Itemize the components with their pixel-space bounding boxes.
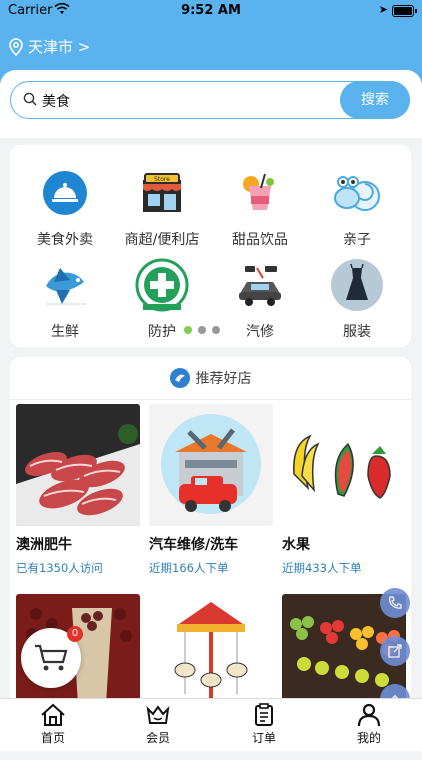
- shop-info: 近期433人下单: [282, 561, 362, 575]
- tab-orders[interactable]: 订单: [234, 703, 294, 746]
- cart-button[interactable]: 0: [21, 626, 83, 688]
- category-store[interactable]: Store 商超/便利店: [112, 165, 212, 249]
- store-icon: Store: [134, 165, 190, 221]
- battery-icon: [392, 5, 417, 17]
- status-time: 9:52 AM: [181, 3, 241, 18]
- cart-count-badge: 0: [67, 626, 83, 642]
- category-car-repair[interactable]: 汽修: [210, 257, 310, 341]
- member-icon: [146, 705, 170, 724]
- category-food[interactable]: 美食外卖: [15, 165, 115, 249]
- tab-home[interactable]: 首页: [23, 703, 83, 746]
- shop-name: 汽车维修/洗车: [149, 537, 239, 553]
- status-bar: Carrier 9:52 AM ➤: [0, 0, 422, 22]
- category-grid: 美食外卖 Store 商超/便利店 甜品饮品 亲子 生鲜 防护 汽修 服装: [10, 145, 411, 347]
- category-label: 亲子: [343, 232, 371, 248]
- tab-bar: 首页 会员 订单 我的: [0, 698, 422, 751]
- shop-badge-icon: [169, 368, 190, 388]
- phone-button[interactable]: [380, 588, 410, 618]
- profile-icon: [357, 703, 381, 727]
- home-icon: [41, 703, 65, 726]
- category-label: 甜品饮品: [232, 232, 288, 248]
- tab-profile[interactable]: 我的: [339, 703, 399, 746]
- shop-card[interactable]: 水果 近期433人下单: [282, 404, 406, 576]
- category-kids[interactable]: 亲子: [307, 165, 407, 249]
- search-bar[interactable]: 美食 搜索: [10, 81, 410, 119]
- drink-icon: [232, 165, 288, 221]
- category-label: 美食外卖: [37, 232, 93, 248]
- tab-label: 我的: [356, 731, 381, 745]
- location-pin-icon: [9, 37, 23, 56]
- protection-icon: [134, 257, 190, 313]
- carousel-dot[interactable]: [184, 326, 192, 334]
- city-selector[interactable]: 天津市 >: [8, 36, 90, 57]
- category-label: 服装: [343, 324, 371, 340]
- car-repair-icon: [232, 257, 288, 313]
- food-delivery-icon: [37, 165, 93, 221]
- shop-info: 近期166人下单: [149, 561, 229, 575]
- shop-card[interactable]: [149, 594, 273, 704]
- tab-member[interactable]: 会员: [128, 703, 188, 746]
- location-arrow-icon: ➤: [378, 3, 388, 16]
- share-button[interactable]: [380, 636, 410, 666]
- search-icon: [23, 92, 37, 106]
- shop-name: 澳洲肥牛: [16, 537, 72, 553]
- svg-text:Store: Store: [154, 176, 170, 183]
- carousel-dot[interactable]: [212, 326, 220, 334]
- category-fresh[interactable]: 生鲜: [15, 257, 115, 341]
- dress-icon: [329, 257, 385, 313]
- carousel-dot[interactable]: [198, 326, 206, 334]
- share-icon: [388, 644, 402, 658]
- tab-label: 首页: [40, 731, 65, 745]
- city-label: 天津市 >: [28, 38, 91, 56]
- shop-card[interactable]: 澳洲肥牛 已有1350人访问: [16, 404, 140, 576]
- phone-icon: [388, 596, 402, 609]
- fish-icon: [37, 257, 93, 313]
- shop-image-car-repair: [149, 404, 273, 526]
- search-input[interactable]: 美食: [42, 91, 70, 111]
- shop-image-fruit: [282, 404, 406, 526]
- section-header: 推荐好店: [10, 357, 411, 400]
- kids-icon: [329, 165, 385, 221]
- carousel-indicator: [184, 326, 220, 334]
- search-button[interactable]: 搜索: [340, 81, 410, 119]
- category-clothing[interactable]: 服装: [307, 257, 407, 341]
- shop-name: 水果: [282, 537, 310, 553]
- tab-label: 订单: [251, 731, 276, 745]
- order-icon: [255, 703, 273, 726]
- category-label: 汽修: [246, 324, 274, 340]
- shop-image-carousel: [149, 594, 273, 704]
- recommended-shops: 推荐好店 澳洲肥牛 已有1350人访问 汽车维修/洗车 近期166人下单 水果 …: [10, 357, 411, 750]
- tab-label: 会员: [145, 731, 170, 745]
- category-label: 生鲜: [51, 324, 79, 340]
- shop-info: 已有1350人访问: [16, 561, 103, 575]
- section-title: 推荐好店: [195, 371, 252, 387]
- shop-card[interactable]: 汽车维修/洗车 近期166人下单: [149, 404, 273, 576]
- category-label: 商超/便利店: [124, 232, 200, 248]
- cart-icon: [35, 644, 68, 671]
- shop-image-beef: [16, 404, 140, 526]
- category-drinks[interactable]: 甜品饮品: [210, 165, 310, 249]
